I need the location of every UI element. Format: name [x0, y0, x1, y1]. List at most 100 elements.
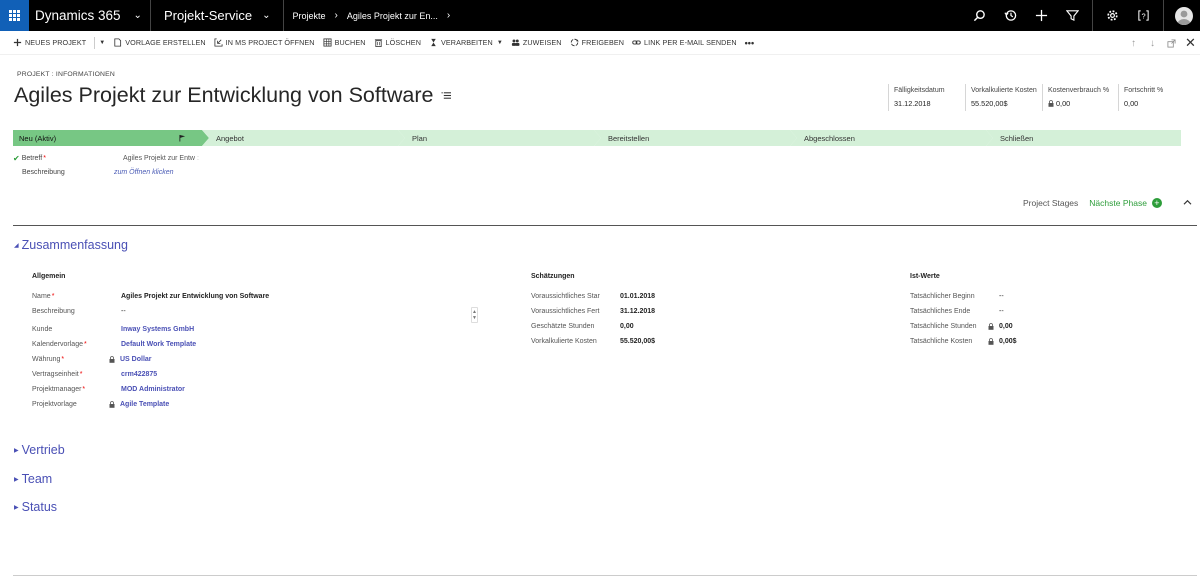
quick-create-button[interactable]: [1026, 0, 1057, 31]
help-button[interactable]: ?: [1128, 0, 1159, 31]
settings-button[interactable]: [1097, 0, 1128, 31]
header-field-value: 0,00: [1124, 99, 1139, 108]
share-label: FREIGEBEN: [581, 38, 625, 47]
assign-button[interactable]: ZUWEISEN: [511, 38, 562, 47]
app-switcher[interactable]: Dynamics 365 ⌄: [29, 0, 151, 31]
process-stage-new[interactable]: Neu (Aktiv): [13, 130, 209, 146]
stage-label: Angebot: [216, 133, 244, 143]
stage-step-label: Beschreibung: [22, 169, 65, 176]
field-value[interactable]: 0,00: [999, 323, 1013, 330]
field-value[interactable]: 55.520,00$: [620, 338, 655, 345]
field-value[interactable]: 01.01.2018: [620, 293, 655, 300]
nav-divider: [1092, 0, 1093, 31]
field-label: Voraussichtliches Fert: [531, 308, 600, 315]
chevron-right-icon[interactable]: ›: [447, 10, 450, 21]
new-project-button[interactable]: NEUES PROJEKT: [13, 38, 86, 47]
open-ms-project-button[interactable]: IN MS PROJECT ÖFFNEN: [214, 38, 315, 47]
section-team-header[interactable]: ▶ Team: [14, 472, 52, 486]
app-launcher-button[interactable]: [0, 0, 29, 31]
header-field-value: 55.520,00$: [971, 99, 1008, 108]
people-icon: [511, 39, 520, 46]
delete-button[interactable]: LÖSCHEN: [374, 38, 421, 47]
project-stages-switcher[interactable]: Project Stages: [1023, 198, 1078, 208]
arrow-up-icon[interactable]: ↑: [1124, 38, 1143, 49]
process-button[interactable]: VERARBEITEN ▼: [429, 38, 503, 47]
field-value[interactable]: 31.12.2018: [620, 308, 655, 315]
delete-label: LÖSCHEN: [385, 38, 421, 47]
section-title: Zusammenfassung: [21, 238, 128, 252]
header-field-label: Kostenverbrauch %: [1048, 87, 1110, 94]
more-commands-button[interactable]: •••: [745, 38, 754, 48]
book-button[interactable]: BUCHEN: [323, 38, 366, 47]
field-value-link[interactable]: Inway Systems GmbH: [121, 326, 194, 333]
group-title-actuals: Ist-Werte: [910, 273, 940, 280]
header-field-label: Fälligkeitsdatum: [894, 87, 945, 94]
user-icon: [1177, 10, 1191, 25]
field-actual-cost: Tatsächliche Kosten 0,00$: [910, 338, 1017, 345]
field-value[interactable]: --: [999, 308, 1004, 315]
field-contract-unit: Vertragseinheit * crm422875: [32, 371, 157, 378]
field-value-link[interactable]: crm422875: [121, 371, 157, 378]
arrow-down-icon[interactable]: ↓: [1143, 38, 1162, 49]
plus-icon: [1035, 9, 1048, 22]
section-status-header[interactable]: ▶ Status: [14, 500, 57, 514]
chevron-down-icon: ▼: [99, 39, 106, 46]
lock-icon: [109, 401, 115, 408]
next-phase-button[interactable]: Nächste Phase +: [1089, 198, 1162, 208]
breadcrumb-item-projects[interactable]: Projekte: [292, 11, 325, 21]
field-value-link[interactable]: Default Work Template: [121, 341, 196, 348]
share-button[interactable]: FREIGEBEN: [570, 38, 624, 47]
recent-button[interactable]: [995, 0, 1026, 31]
field-value-link[interactable]: MOD Administrator: [121, 386, 185, 393]
advanced-find-button[interactable]: [1057, 0, 1088, 31]
email-link-button[interactable]: LINK PER E-MAIL SENDEN: [632, 38, 737, 47]
field-value-link[interactable]: US Dollar: [120, 356, 152, 363]
create-template-label: VORLAGE ERSTELLEN: [125, 38, 206, 47]
form-selector-icon[interactable]: [441, 91, 452, 100]
close-icon[interactable]: ✕: [1181, 35, 1200, 51]
required-indicator: *: [61, 356, 65, 363]
field-value[interactable]: 0,00: [620, 323, 634, 330]
user-avatar[interactable]: [1175, 6, 1193, 25]
chevron-down-icon: ⌄: [262, 10, 271, 21]
section-sales-header[interactable]: ▶ Vertrieb: [14, 443, 65, 457]
page-icon: [114, 38, 122, 47]
section-divider: [13, 225, 1197, 226]
field-actual-hours: Tatsächliche Stunden 0,00: [910, 323, 1013, 330]
header-field-progress[interactable]: Fortschritt % 0,00: [1118, 84, 1188, 111]
next-phase-label: Nächste Phase: [1089, 198, 1147, 208]
stage-step-subject-value[interactable]: Agiles Projekt zur Entw :: [123, 155, 199, 162]
search-button[interactable]: [964, 0, 995, 31]
description-scroll-stepper[interactable]: ▲ ▼: [471, 307, 478, 323]
process-stage-plan[interactable]: Plan: [398, 130, 601, 146]
flag-icon: [179, 134, 186, 142]
breadcrumb-item-record[interactable]: Agiles Projekt zur En...: [347, 11, 438, 21]
open-ms-project-label: IN MS PROJECT ÖFFNEN: [225, 38, 315, 47]
chevron-up-icon[interactable]: [1183, 199, 1192, 206]
field-calendar-template: Kalendervorlage * Default Work Template: [32, 341, 196, 348]
header-field-cost-consumption[interactable]: Kostenverbrauch % 0,00: [1042, 84, 1118, 111]
process-stage-deploy[interactable]: Bereitstellen: [594, 130, 797, 146]
stage-step-description-link[interactable]: zum Öffnen klicken: [114, 169, 174, 176]
field-label: Tatsächliche Kosten: [910, 338, 973, 345]
checkmark-icon: ✔: [13, 154, 20, 163]
process-stage-offer[interactable]: Angebot: [202, 130, 405, 146]
plus-icon: [13, 38, 22, 47]
popout-icon[interactable]: [1162, 38, 1181, 48]
header-field-due-date[interactable]: Fälligkeitsdatum 31.12.2018: [888, 84, 965, 111]
section-summary-header[interactable]: ◢ Zusammenfassung: [14, 238, 128, 252]
field-currency: Währung * US Dollar: [32, 356, 152, 363]
breadcrumb: Projekte › Agiles Projekt zur En... ›: [284, 0, 459, 31]
area-switcher[interactable]: Projekt-Service ⌄: [151, 0, 285, 31]
field-value[interactable]: Agiles Projekt zur Entwicklung von Softw…: [121, 293, 269, 300]
header-field-estimated-cost[interactable]: Vorkalkulierte Kosten 55.520,00$: [965, 84, 1042, 111]
process-stage-completed[interactable]: Abgeschlossen: [790, 130, 993, 146]
new-project-dropdown[interactable]: ▼: [95, 40, 105, 46]
field-value[interactable]: 0,00$: [999, 338, 1017, 345]
create-template-button[interactable]: VORLAGE ERSTELLEN: [113, 38, 206, 47]
field-value-link[interactable]: Agile Template: [120, 401, 169, 408]
process-stage-close[interactable]: Schließen: [986, 130, 1181, 146]
gear-icon: [1107, 10, 1118, 21]
field-value[interactable]: --: [999, 293, 1004, 300]
field-value[interactable]: --: [121, 308, 126, 315]
